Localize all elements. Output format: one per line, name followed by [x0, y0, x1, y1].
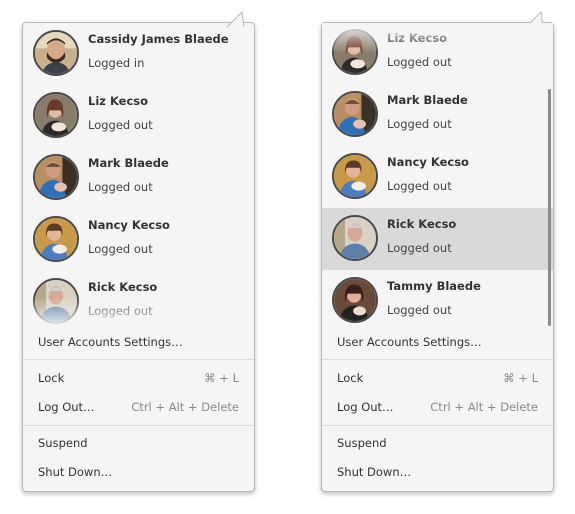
- user-accounts-settings-item[interactable]: User Accounts Settings…: [23, 329, 254, 355]
- shut-down-item[interactable]: Shut Down…: [23, 459, 254, 485]
- menu-item-label: Log Out…: [337, 400, 394, 414]
- user-status: Logged out: [387, 241, 452, 255]
- user-status: Logged out: [88, 304, 153, 318]
- user-status: Logged out: [387, 117, 452, 131]
- lock-item[interactable]: Lock ⌘ + L: [23, 365, 254, 391]
- keyboard-shortcut: ⌘ + L: [204, 371, 239, 385]
- user-list-area: Liz Kecso Logged out Mark Blaede Logged …: [322, 23, 553, 327]
- suspend-item[interactable]: Suspend: [322, 430, 553, 456]
- user-name: Liz Kecso: [88, 94, 149, 108]
- user-row-mark[interactable]: Mark Blaede Logged out: [322, 84, 553, 146]
- menu-item-label: Suspend: [38, 436, 88, 450]
- menu-item-label: Shut Down…: [38, 465, 113, 479]
- user-list: Cassidy James Blaede Logged in Liz Kecso…: [23, 23, 254, 327]
- user-status: Logged in: [88, 56, 145, 70]
- avatar: [33, 30, 79, 76]
- menu-item-label: Lock: [337, 371, 364, 385]
- menu-item-label: Shut Down…: [337, 465, 412, 479]
- user-name: Nancy Kecso: [387, 155, 469, 169]
- user-status: Logged out: [387, 303, 452, 317]
- user-name: Mark Blaede: [88, 156, 169, 170]
- user-accounts-settings-item[interactable]: User Accounts Settings…: [322, 329, 553, 355]
- user-status: Logged out: [387, 179, 452, 193]
- lock-item[interactable]: Lock ⌘ + L: [322, 365, 553, 391]
- user-menu-left: Cassidy James Blaede Logged in Liz Kecso…: [22, 11, 255, 492]
- menu-item-label: User Accounts Settings…: [38, 335, 183, 349]
- avatar: [33, 278, 79, 324]
- user-status: Logged out: [88, 242, 153, 256]
- user-row-mark[interactable]: Mark Blaede Logged out: [23, 147, 254, 209]
- user-row-liz[interactable]: Liz Kecso Logged out: [23, 85, 254, 147]
- avatar: [33, 216, 79, 262]
- avatar: [33, 92, 79, 138]
- avatar: [332, 277, 378, 323]
- menu-separator: [322, 359, 553, 360]
- user-name: Rick Kecso: [387, 217, 457, 231]
- user-list-area: Cassidy James Blaede Logged in Liz Kecso…: [23, 23, 254, 327]
- avatar: [33, 154, 79, 200]
- user-row-liz[interactable]: Liz Kecso Logged out: [322, 23, 553, 84]
- user-name: Nancy Kecso: [88, 218, 170, 232]
- user-row-rick-highlighted[interactable]: Rick Kecso Logged out: [322, 208, 553, 270]
- shut-down-item[interactable]: Shut Down…: [322, 459, 553, 485]
- menu-item-label: Suspend: [337, 436, 387, 450]
- user-row-nancy[interactable]: Nancy Kecso Logged out: [322, 146, 553, 208]
- user-row-nancy[interactable]: Nancy Kecso Logged out: [23, 209, 254, 271]
- user-row-cassidy[interactable]: Cassidy James Blaede Logged in: [23, 23, 254, 85]
- avatar: [332, 29, 378, 75]
- user-list: Liz Kecso Logged out Mark Blaede Logged …: [322, 23, 553, 327]
- user-name: Rick Kecso: [88, 280, 158, 294]
- user-name: Cassidy James Blaede: [88, 32, 229, 46]
- menu-item-label: Log Out…: [38, 400, 95, 414]
- user-name: Mark Blaede: [387, 93, 468, 107]
- user-name: Tammy Blaede: [387, 279, 481, 293]
- user-menu-right: Liz Kecso Logged out Mark Blaede Logged …: [321, 11, 554, 492]
- user-row-rick[interactable]: Rick Kecso Logged out: [23, 271, 254, 327]
- avatar: [332, 91, 378, 137]
- log-out-item[interactable]: Log Out… Ctrl + Alt + Delete: [322, 394, 553, 420]
- user-status: Logged out: [387, 55, 452, 69]
- keyboard-shortcut: Ctrl + Alt + Delete: [131, 400, 239, 414]
- menu-separator: [23, 425, 254, 426]
- avatar: [332, 215, 378, 261]
- keyboard-shortcut: Ctrl + Alt + Delete: [430, 400, 538, 414]
- user-row-tammy[interactable]: Tammy Blaede Logged out: [322, 270, 553, 327]
- user-name: Liz Kecso: [387, 31, 448, 45]
- log-out-item[interactable]: Log Out… Ctrl + Alt + Delete: [23, 394, 254, 420]
- suspend-item[interactable]: Suspend: [23, 430, 254, 456]
- scrollbar[interactable]: [548, 89, 551, 326]
- keyboard-shortcut: ⌘ + L: [503, 371, 538, 385]
- avatar: [332, 153, 378, 199]
- menu-item-label: User Accounts Settings…: [337, 335, 482, 349]
- user-status: Logged out: [88, 118, 153, 132]
- menu-separator: [322, 425, 553, 426]
- user-status: Logged out: [88, 180, 153, 194]
- menu-separator: [23, 359, 254, 360]
- menu-item-label: Lock: [38, 371, 65, 385]
